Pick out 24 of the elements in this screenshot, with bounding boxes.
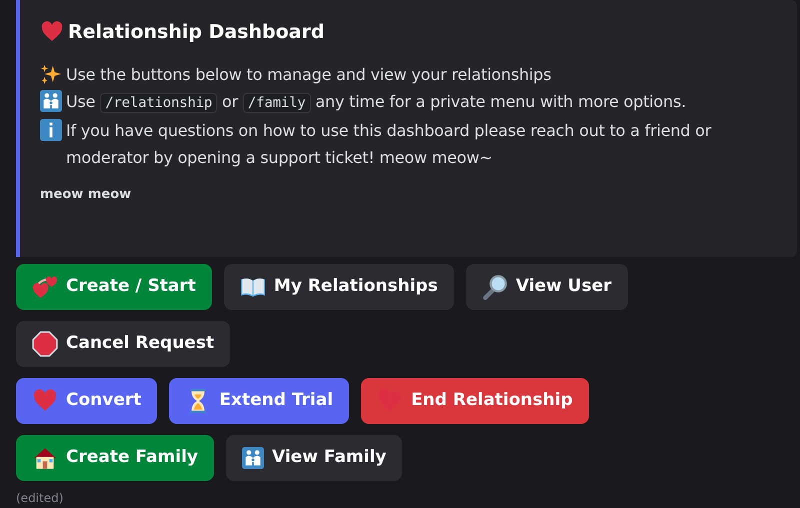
embed-title: Relationship Dashboard: [68, 20, 324, 45]
action-button[interactable]: Extend Trial: [169, 378, 350, 424]
sparkles-icon: [40, 63, 62, 85]
stop-sign-icon: [32, 331, 58, 357]
description-line: If you have questions on how to use this dashboard please reach out to a friend or moderator by opening a support ticket! meow meow~: [66, 120, 712, 168]
command-code: /family: [242, 92, 311, 112]
description-line: Use the buttons below to manage and view your relationships: [66, 64, 552, 86]
action-button[interactable]: View User: [466, 264, 628, 310]
info-icon: [40, 119, 62, 141]
action-button[interactable]: Convert: [16, 378, 158, 424]
action-button[interactable]: Create Family: [16, 435, 214, 481]
action-button[interactable]: View Family: [226, 435, 402, 481]
description-line: Use /relationship or /family any time for a private menu with more options.: [66, 90, 686, 114]
action-button[interactable]: Cancel Request: [16, 321, 230, 367]
family-icon: [242, 447, 264, 469]
action-button[interactable]: My Relationships: [224, 264, 454, 310]
edited-label: (edited): [16, 490, 64, 507]
action-button[interactable]: End Relationship: [361, 378, 589, 424]
embed-footer: meow meow: [40, 184, 781, 204]
action-button[interactable]: Create / Start: [16, 264, 212, 310]
command-code: /relationship: [100, 92, 218, 112]
magnifier-icon: [482, 274, 508, 300]
hearts-icon: [32, 274, 58, 300]
family-icon: [40, 90, 62, 112]
